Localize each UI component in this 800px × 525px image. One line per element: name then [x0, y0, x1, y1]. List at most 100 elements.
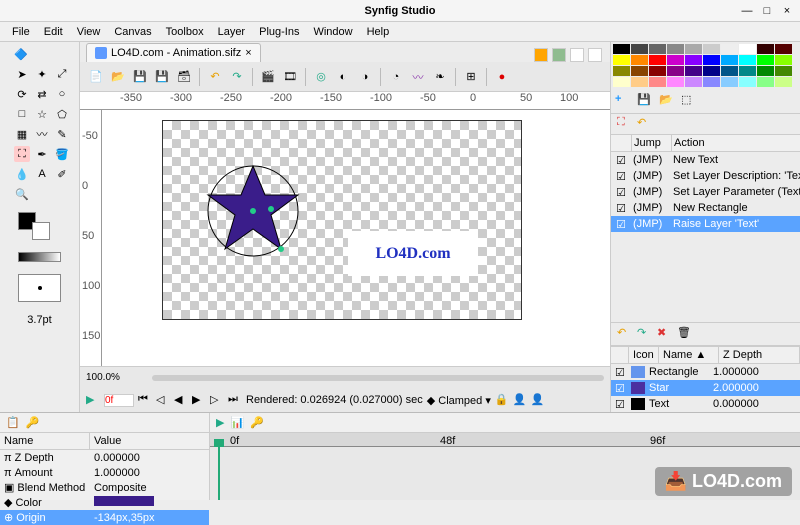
circle-tool[interactable]: ○	[54, 86, 70, 102]
palette-swatch[interactable]	[613, 55, 630, 65]
menu-file[interactable]: File	[6, 24, 36, 40]
background-color[interactable]	[32, 222, 50, 240]
render-button[interactable]: 🎬	[258, 67, 278, 87]
animate-mode-icon[interactable]: 🔒	[495, 393, 509, 407]
star-shape[interactable]	[193, 151, 313, 271]
onion-future-button[interactable]: ◑	[355, 67, 375, 87]
scale-tool[interactable]: ⤢	[54, 66, 70, 82]
maximize-button[interactable]: □	[760, 4, 774, 18]
palette-swatch[interactable]	[739, 55, 756, 65]
history-row[interactable]: ☑(JMP)New Rectangle	[611, 200, 800, 216]
stroke-width[interactable]: 3.7pt	[14, 314, 65, 326]
seek-prev-icon[interactable]: ◁	[156, 393, 170, 407]
palette-swatch[interactable]	[703, 66, 720, 76]
transform-tool[interactable]: ➤	[14, 66, 30, 82]
gradient-tool[interactable]: ▦	[14, 126, 30, 142]
palette-swatch[interactable]	[721, 44, 738, 54]
palette-swatch[interactable]	[685, 55, 702, 65]
draw-tool[interactable]: ✎	[54, 126, 70, 142]
onion-past-button[interactable]: ◐	[333, 67, 353, 87]
layer-row[interactable]: ☑Star2.000000	[611, 380, 800, 396]
palette-swatch[interactable]	[667, 66, 684, 76]
palette-swatch[interactable]	[703, 55, 720, 65]
history-tab-icon[interactable]: ⛶	[617, 116, 633, 132]
curves-tab-icon[interactable]: 📊	[230, 416, 244, 429]
frame-input[interactable]	[104, 394, 134, 407]
grid-button[interactable]: ⊞	[461, 67, 481, 87]
default-palette-icon[interactable]: ⬚	[681, 93, 697, 109]
past-keyframe-icon[interactable]: 👤	[531, 393, 545, 407]
record-button[interactable]: ●	[492, 67, 512, 87]
palette-swatch[interactable]	[685, 66, 702, 76]
palette-swatch[interactable]	[631, 66, 648, 76]
panel-ic-2[interactable]	[552, 48, 566, 62]
save-palette-icon[interactable]: 💾	[637, 93, 653, 109]
text-tool[interactable]: A	[34, 166, 50, 182]
history-row[interactable]: ☑(JMP)Raise Layer 'Text'	[611, 216, 800, 232]
layer-row[interactable]: ☑Rectangle1.000000	[611, 364, 800, 380]
play-icon[interactable]: ▶	[192, 393, 206, 407]
canvas[interactable]: LO4D.com	[102, 110, 610, 366]
redo-button[interactable]: ↷	[227, 67, 247, 87]
zoom-slider[interactable]	[152, 375, 604, 381]
history-row[interactable]: ☑(JMP)New Text	[611, 152, 800, 168]
palette-swatch[interactable]	[613, 77, 630, 87]
palette-swatch[interactable]	[631, 77, 648, 87]
palette-swatch[interactable]	[721, 77, 738, 87]
close-button[interactable]: ×	[780, 4, 794, 18]
undo-tab-icon[interactable]: ↶	[637, 116, 653, 132]
palette-swatch[interactable]	[721, 55, 738, 65]
history-row[interactable]: ☑(JMP)Set Layer Description: 'Text' -> '…	[611, 168, 800, 184]
interpolation-dropdown[interactable]: ◆ Clamped ▾	[427, 394, 491, 407]
open-button[interactable]: 📂	[108, 67, 128, 87]
seek-last-icon[interactable]: ⏭	[228, 393, 242, 407]
spline-tool[interactable]: 〰	[34, 126, 50, 142]
load-palette-icon[interactable]: 📂	[659, 93, 675, 109]
palette-swatch[interactable]	[721, 66, 738, 76]
canvas-text-layer[interactable]: LO4D.com	[348, 231, 478, 276]
play-reverse-icon[interactable]: ◀	[174, 393, 188, 407]
undo-button[interactable]: ↶	[205, 67, 225, 87]
menu-window[interactable]: Window	[307, 24, 358, 40]
gradient-preview[interactable]	[18, 252, 61, 262]
menu-toolbox[interactable]: Toolbox	[160, 24, 210, 40]
mirror-tool[interactable]: ⇄	[34, 86, 50, 102]
smooth-tool[interactable]: ✦	[34, 66, 50, 82]
palette-swatch[interactable]	[685, 77, 702, 87]
document-tab[interactable]: LO4D.com - Animation.sifz ×	[86, 43, 261, 62]
fill-tool[interactable]: 🪣	[54, 146, 70, 162]
palette-swatch[interactable]	[613, 44, 630, 54]
palette-swatch[interactable]	[649, 77, 666, 87]
palette-swatch[interactable]	[613, 66, 630, 76]
star-tool[interactable]: ☆	[34, 106, 50, 122]
timeline-cursor[interactable]	[218, 447, 220, 500]
saveall-button[interactable]: 🗃	[174, 67, 194, 87]
param-row[interactable]: ⊕Origin-134px,35px	[0, 510, 209, 525]
keyframes-tab-icon[interactable]: 🔑	[250, 416, 264, 429]
handles-button[interactable]: ❧	[430, 67, 450, 87]
artboard[interactable]: LO4D.com	[162, 120, 522, 320]
palette-swatch[interactable]	[775, 44, 792, 54]
palette-swatch[interactable]	[739, 77, 756, 87]
panel-ic-3[interactable]	[570, 48, 584, 62]
palette-swatch[interactable]	[757, 66, 774, 76]
menu-canvas[interactable]: Canvas	[108, 24, 157, 40]
children-tab-icon[interactable]: 🔑	[26, 416, 40, 429]
palette-swatch[interactable]	[739, 44, 756, 54]
width-tool[interactable]: ✒	[34, 146, 50, 162]
minimize-button[interactable]: —	[740, 4, 754, 18]
palette-swatch[interactable]	[757, 77, 774, 87]
keyframe-icon[interactable]: ▶	[86, 393, 100, 407]
eyedrop-tool[interactable]: 💧	[14, 166, 30, 182]
seek-next-icon[interactable]: ▷	[210, 393, 224, 407]
layer-row[interactable]: ☑Text0.000000	[611, 396, 800, 412]
palette-swatch[interactable]	[667, 44, 684, 54]
palette-swatch[interactable]	[649, 44, 666, 54]
curves-button[interactable]: 〰	[408, 67, 428, 87]
menu-view[interactable]: View	[71, 24, 107, 40]
palette-swatch[interactable]	[631, 55, 648, 65]
param-row[interactable]: ◆Color	[0, 495, 209, 510]
cutout-tool[interactable]: ⛶	[14, 146, 30, 162]
sketch-tool[interactable]: ✐	[54, 166, 70, 182]
palette-swatch[interactable]	[757, 44, 774, 54]
